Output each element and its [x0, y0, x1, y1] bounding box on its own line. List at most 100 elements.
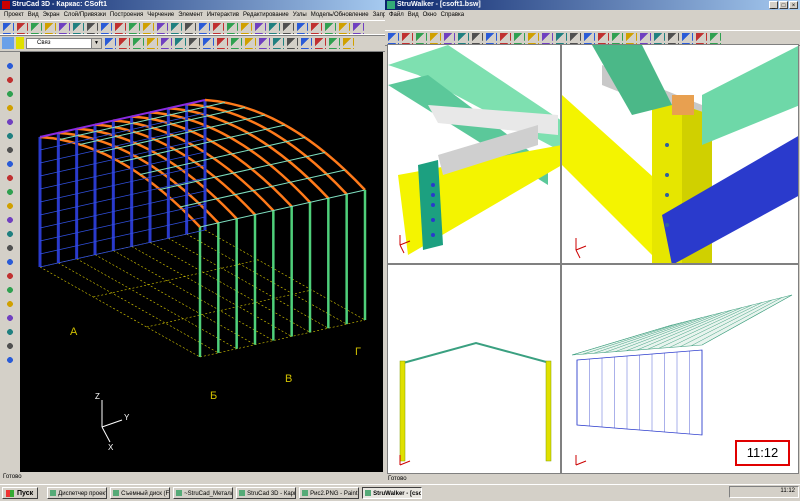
struwalker-tool-icon[interactable] — [583, 32, 595, 44]
strucad-tool-icon[interactable] — [314, 37, 326, 49]
strucad-tool-icon[interactable] — [160, 37, 172, 49]
side-tool-icon[interactable] — [4, 144, 16, 156]
side-tool-icon[interactable] — [4, 116, 16, 128]
strucad-3d-viewport[interactable]: А Б В Г Z Y X — [20, 52, 383, 472]
struwalker-tool-icon[interactable] — [401, 32, 413, 44]
start-button[interactable]: Пуск — [2, 487, 39, 499]
strucad-tool-icon[interactable] — [86, 22, 98, 34]
taskbar-task[interactable]: StruCad 3D - Каркас: C... — [236, 487, 297, 499]
strucad-tool-icon[interactable] — [202, 37, 214, 49]
struwalker-menu-item[interactable]: Справка — [441, 12, 465, 18]
struwalker-menu-item[interactable]: Окно — [423, 12, 437, 18]
struwalker-tool-icon[interactable] — [667, 32, 679, 44]
struwalker-tool-icon[interactable] — [457, 32, 469, 44]
struwalker-titlebar[interactable]: StruWalker - [csoft1.bsw] — [385, 0, 800, 10]
viewport-detail-1[interactable] — [387, 44, 561, 264]
strucad-tool-icon[interactable] — [142, 22, 154, 34]
struwalker-tool-icon[interactable] — [499, 32, 511, 44]
strucad-menu-item[interactable]: Слой/Привязки — [64, 12, 106, 18]
side-tool-icon[interactable] — [4, 354, 16, 366]
strucad-tool-icon[interactable] — [2, 22, 14, 34]
taskbar-task[interactable]: ~StruCad_Металлокар... — [173, 487, 234, 499]
side-tool-icon[interactable] — [4, 186, 16, 198]
strucad-tool-icon[interactable] — [272, 37, 284, 49]
strucad-tool-icon[interactable] — [72, 22, 84, 34]
strucad-tool-icon[interactable] — [212, 22, 224, 34]
strucad-tool-icon[interactable] — [342, 37, 354, 49]
struwalker-tool-icon[interactable] — [653, 32, 665, 44]
struwalker-tool-icon[interactable] — [569, 32, 581, 44]
struwalker-tool-icon[interactable] — [443, 32, 455, 44]
struwalker-tool-icon[interactable] — [527, 32, 539, 44]
strucad-tool-icon[interactable] — [104, 37, 116, 49]
viewport-detail-2[interactable] — [561, 44, 799, 264]
side-tool-icon[interactable] — [4, 88, 16, 100]
strucad-tool-icon[interactable] — [254, 22, 266, 34]
struwalker-tool-icon[interactable] — [555, 32, 567, 44]
strucad-tool-icon[interactable] — [132, 37, 144, 49]
strucad-tool-icon[interactable] — [114, 22, 126, 34]
side-tool-icon[interactable] — [4, 130, 16, 142]
side-tool-icon[interactable] — [4, 214, 16, 226]
struwalker-tool-icon[interactable] — [611, 32, 623, 44]
struwalker-tool-icon[interactable] — [471, 32, 483, 44]
side-tool-icon[interactable] — [4, 228, 16, 240]
close-button[interactable]: × — [789, 1, 798, 9]
taskbar-task[interactable]: StruWalker - [csoft1... — [362, 487, 423, 499]
side-tool-icon[interactable] — [4, 242, 16, 254]
taskbar-task[interactable]: Съемный диск (F:) — [110, 487, 171, 499]
struwalker-tool-icon[interactable] — [485, 32, 497, 44]
side-tool-icon[interactable] — [4, 270, 16, 282]
strucad-tool-icon[interactable] — [100, 22, 112, 34]
layers-icon[interactable] — [2, 37, 14, 49]
side-tool-icon[interactable] — [4, 74, 16, 86]
strucad-tool-icon[interactable] — [328, 37, 340, 49]
strucad-tool-icon[interactable] — [216, 37, 228, 49]
strucad-tool-icon[interactable] — [16, 22, 28, 34]
side-tool-icon[interactable] — [4, 60, 16, 72]
taskbar-task[interactable]: Рис2.PNG - Paint — [299, 487, 360, 499]
strucad-tool-icon[interactable] — [296, 22, 308, 34]
strucad-tool-icon[interactable] — [240, 22, 252, 34]
strucad-tool-icon[interactable] — [156, 22, 168, 34]
strucad-tool-icon[interactable] — [44, 22, 56, 34]
side-tool-icon[interactable] — [4, 200, 16, 212]
side-tool-icon[interactable] — [4, 284, 16, 296]
strucad-tool-icon[interactable] — [170, 22, 182, 34]
struwalker-tool-icon[interactable] — [625, 32, 637, 44]
strucad-tool-icon[interactable] — [324, 22, 336, 34]
struwalker-tool-icon[interactable] — [695, 32, 707, 44]
strucad-tool-icon[interactable] — [286, 37, 298, 49]
struwalker-tool-icon[interactable] — [597, 32, 609, 44]
layer-combo[interactable]: Связ ▼ — [26, 37, 102, 49]
side-tool-icon[interactable] — [4, 158, 16, 170]
strucad-tool-icon[interactable] — [226, 22, 238, 34]
side-tool-icon[interactable] — [4, 256, 16, 268]
strucad-tool-icon[interactable] — [58, 22, 70, 34]
side-tool-icon[interactable] — [4, 172, 16, 184]
strucad-tool-icon[interactable] — [146, 37, 158, 49]
struwalker-tool-icon[interactable] — [513, 32, 525, 44]
struwalker-tool-icon[interactable] — [415, 32, 427, 44]
strucad-tool-icon[interactable] — [310, 22, 322, 34]
struwalker-menu-item[interactable]: Файл — [389, 12, 404, 18]
strucad-tool-icon[interactable] — [184, 22, 196, 34]
strucad-tool-icon[interactable] — [198, 22, 210, 34]
strucad-menu-item[interactable]: Экран — [43, 12, 60, 18]
strucad-tool-icon[interactable] — [352, 22, 364, 34]
struwalker-tool-icon[interactable] — [639, 32, 651, 44]
strucad-tool-icon[interactable] — [30, 22, 42, 34]
struwalker-tool-icon[interactable] — [681, 32, 693, 44]
strucad-tool-icon[interactable] — [128, 22, 140, 34]
strucad-menu-item[interactable]: Редактирование — [243, 12, 289, 18]
strucad-titlebar[interactable]: StruCad 3D - Каркас: CSoft1 — [0, 0, 385, 10]
strucad-tool-icon[interactable] — [338, 22, 350, 34]
struwalker-tool-icon[interactable] — [429, 32, 441, 44]
strucad-menu-item[interactable]: Вид — [28, 12, 39, 18]
strucad-tool-icon[interactable] — [268, 22, 280, 34]
strucad-menu-item[interactable]: Проект — [4, 12, 24, 18]
viewport-frame-section[interactable] — [387, 264, 561, 474]
strucad-tool-icon[interactable] — [230, 37, 242, 49]
struwalker-tool-icon[interactable] — [541, 32, 553, 44]
strucad-menu-item[interactable]: Запрос — [373, 12, 385, 18]
